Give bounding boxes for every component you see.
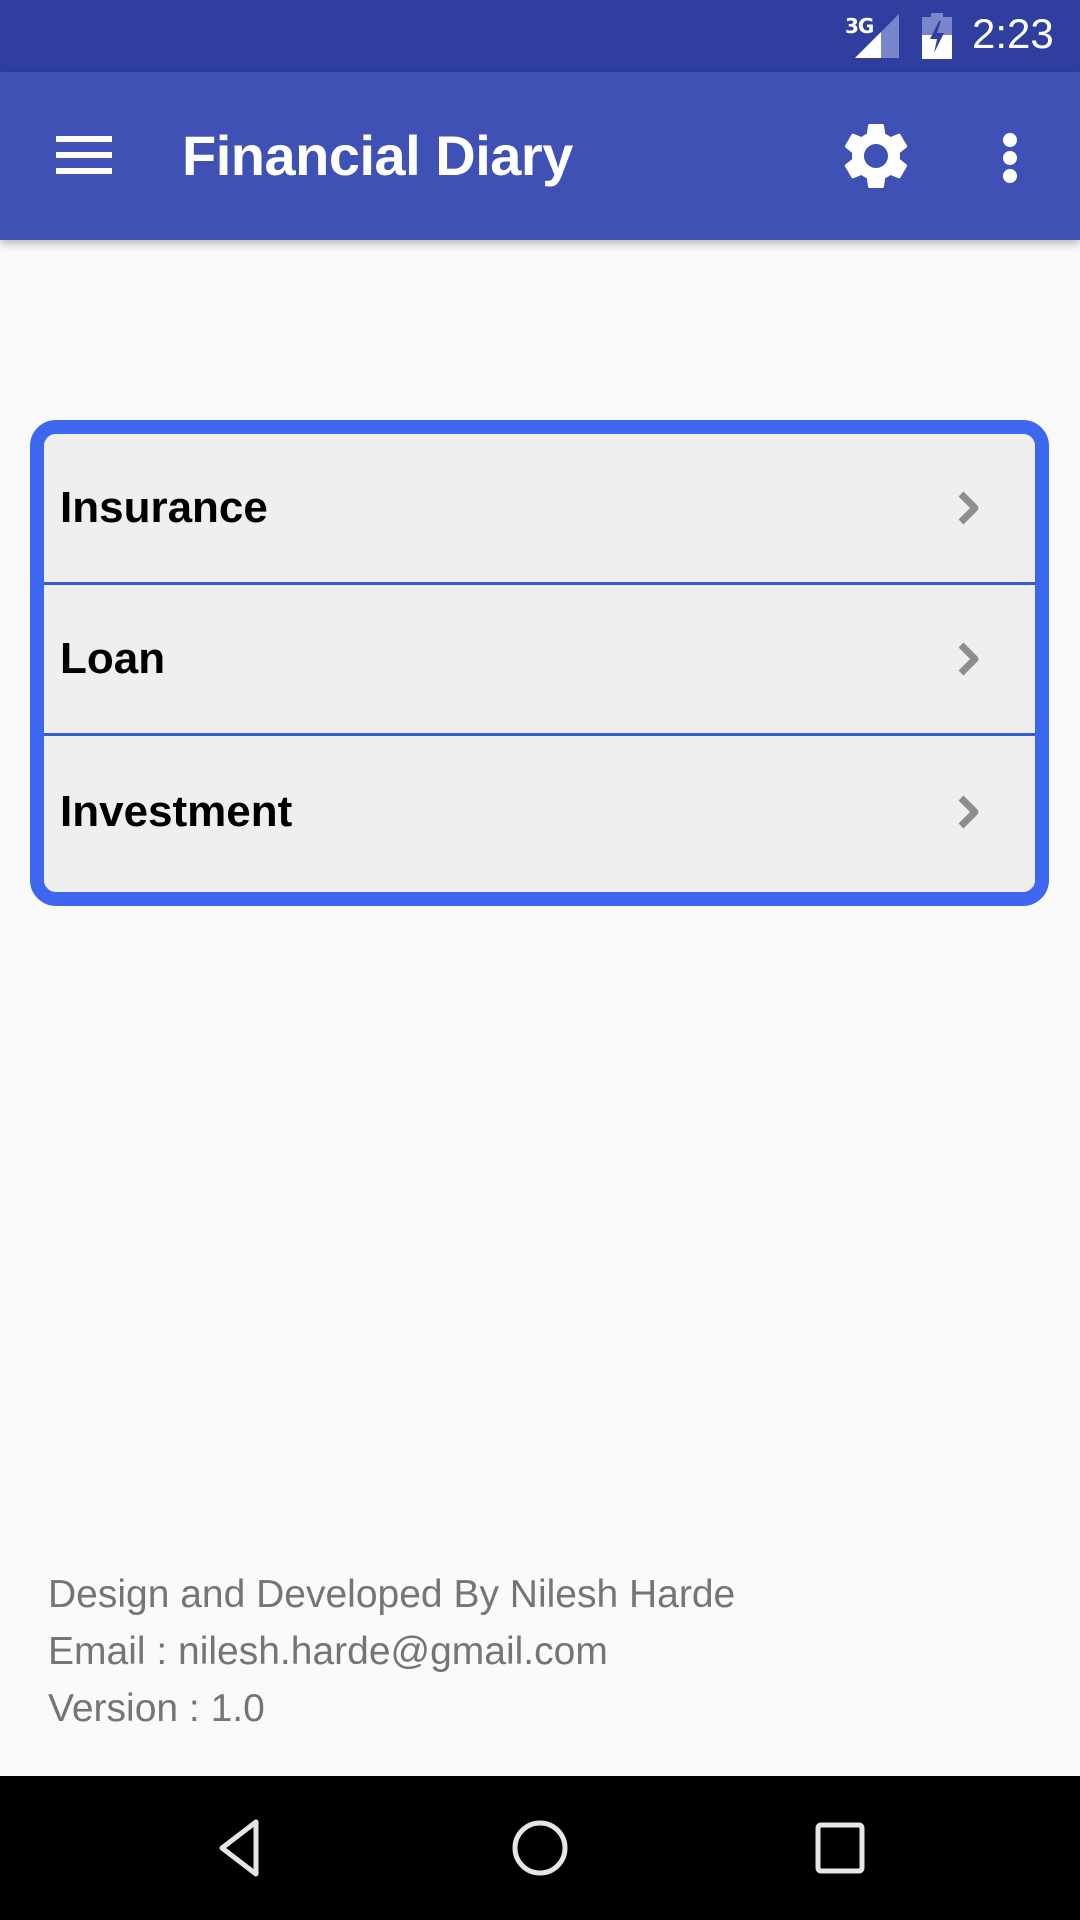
clock: 2:23 [972,10,1054,57]
system-nav-bar [0,1776,1080,1920]
menu-item-label: Insurance [60,483,268,532]
more-vert-icon[interactable] [996,124,1032,188]
menu-item-loan[interactable]: Loan [44,585,1035,736]
developer-email: Email : nilesh.harde@gmail.com [48,1630,608,1673]
back-icon[interactable] [208,1816,272,1880]
menu-icon[interactable] [56,136,112,174]
app-bar: Financial Diary [0,72,1080,240]
menu-item-insurance[interactable]: Insurance [44,434,1035,585]
menu-item-label: Loan [60,634,166,683]
status-bar: 3G 2:23 [0,0,1080,72]
app-title: Financial Diary [182,124,573,187]
chevron-right-icon [958,795,979,828]
menu-item-label: Investment [60,786,293,836]
battery-charging-icon [922,13,952,59]
recents-icon[interactable] [808,1816,872,1880]
menu-card: Insurance Loan Investment [30,420,1049,906]
footer-info: Design and Developed By Nilesh Harde Ema… [48,1566,735,1737]
home-icon[interactable] [508,1816,572,1880]
menu-item-investment[interactable]: Investment [44,736,1035,887]
developer-credit: Design and Developed By Nilesh Harde [48,1573,736,1616]
settings-gear-icon[interactable] [836,116,916,196]
signal-icon [855,14,899,58]
chevron-right-icon [958,491,979,525]
chevron-right-icon [958,642,979,676]
app-version: Version : 1.0 [48,1687,265,1730]
